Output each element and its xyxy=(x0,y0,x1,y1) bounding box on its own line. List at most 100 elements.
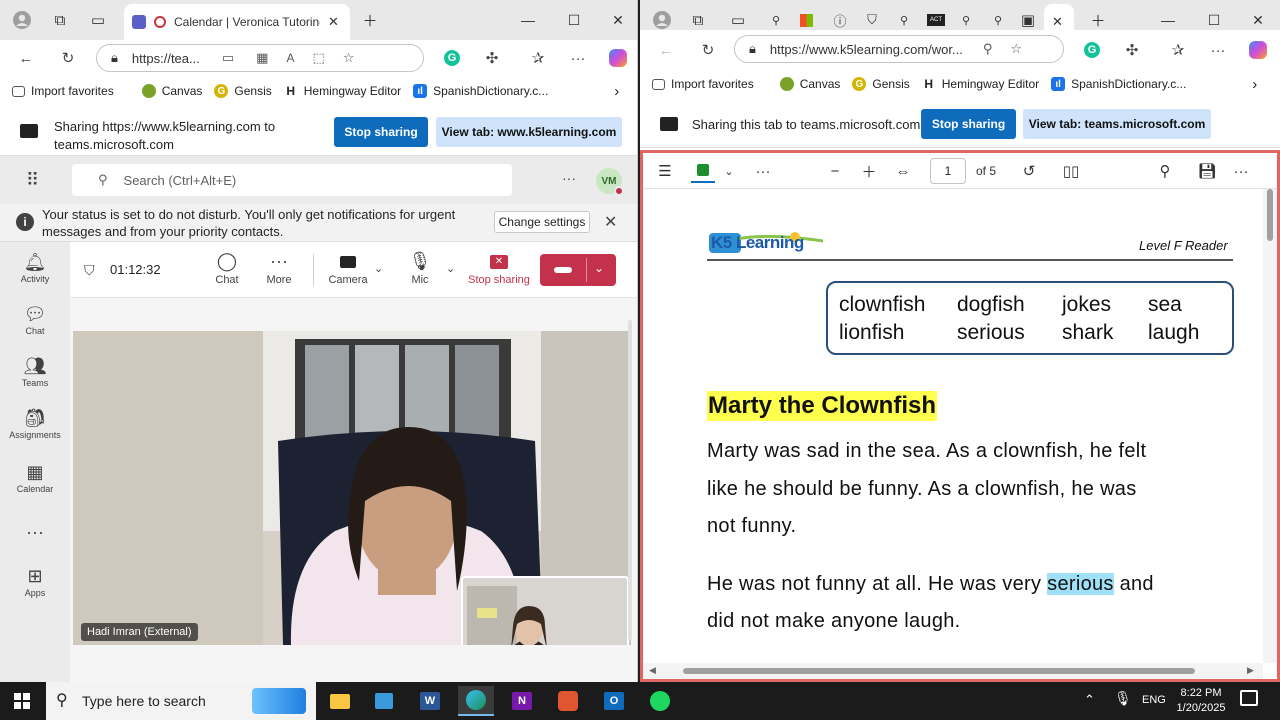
fav-hemingway[interactable]: H Hemingway Editor xyxy=(922,77,1039,91)
tab-shield-icon[interactable]: ⛉ xyxy=(860,8,884,32)
tab-microsoft-icon[interactable] xyxy=(794,8,818,32)
start-windows-icon[interactable] xyxy=(4,686,40,716)
maximize-icon[interactable]: ☐ xyxy=(554,6,594,34)
close-tab-icon[interactable]: ✕ xyxy=(1052,14,1063,30)
fav-canvas[interactable]: Canvas xyxy=(779,77,840,91)
copilot-icon[interactable] xyxy=(1246,38,1270,62)
fit-width-icon[interactable]: ⇔ xyxy=(891,159,915,183)
app-launcher-icon[interactable]: ⠿ xyxy=(26,170,40,191)
profile-icon[interactable] xyxy=(10,8,34,32)
rotate-icon[interactable]: ↺ xyxy=(1017,159,1041,183)
pdf-settings-more-icon[interactable]: ··· xyxy=(1229,159,1253,183)
copilot-icon[interactable] xyxy=(606,46,630,70)
view-tab-button[interactable]: View tab: www.k5learning.com xyxy=(436,117,622,147)
favorites-icon[interactable]: ✰ xyxy=(526,46,550,70)
change-settings-button[interactable]: Change settings xyxy=(494,211,590,233)
fav-gensis[interactable]: G Gensis xyxy=(852,77,910,91)
office-app-icon[interactable] xyxy=(550,686,586,716)
back-icon[interactable]: ← xyxy=(14,46,38,70)
fav-overflow-icon[interactable]: › xyxy=(614,83,619,100)
minimize-icon[interactable]: — xyxy=(508,6,548,34)
horizontal-scroll-thumb[interactable] xyxy=(683,668,1195,674)
teams-search-input[interactable]: ⚲ Search (Ctrl+Alt+E) xyxy=(72,164,512,196)
grammarly-icon[interactable]: G xyxy=(1080,38,1104,62)
tab-search-3-icon[interactable]: ⚲ xyxy=(954,8,978,32)
language-indicator[interactable]: ENG xyxy=(1142,694,1166,706)
tab-actions-icon[interactable]: ▭ xyxy=(86,8,110,32)
tab-search-4-icon[interactable]: ⚲ xyxy=(986,8,1010,32)
profile-icon[interactable] xyxy=(650,8,674,32)
address-bar[interactable]: 🔒︎ https://www.k5learning.com/wor... ⚲ ☆ xyxy=(734,35,1064,63)
taskbar-search-box[interactable]: ⚲ Type here to search xyxy=(46,682,316,720)
highlighted-word[interactable]: serious xyxy=(1047,573,1114,595)
page-view-icon[interactable]: ▯▯ xyxy=(1059,159,1083,183)
edge-icon[interactable] xyxy=(458,686,494,716)
stop-sharing-button[interactable]: Stop sharing xyxy=(921,109,1016,139)
horizontal-scrollbar[interactable]: ◀ ▶ xyxy=(643,663,1263,679)
back-icon[interactable]: ← xyxy=(654,38,678,62)
leave-options-chevron-icon[interactable]: ⌄ xyxy=(594,261,604,275)
rail-apps[interactable]: ⊞ Apps xyxy=(0,564,70,598)
vertical-scrollbar[interactable] xyxy=(1263,189,1277,663)
clock[interactable]: 8:22 PM 1/20/2025 xyxy=(1168,686,1234,716)
notifications-icon[interactable] xyxy=(1240,690,1258,706)
mic-options-chevron-icon[interactable]: ⌄ xyxy=(446,262,455,275)
tab-calendar[interactable]: Calendar | Veronica Tutoring ✕ xyxy=(124,4,350,40)
stop-sharing-call-button[interactable]: ✕ Stop sharing xyxy=(466,248,532,286)
workspaces-icon[interactable]: ⧉ xyxy=(686,8,710,32)
new-tab-icon[interactable]: ＋ xyxy=(1086,8,1110,32)
call-chat-button[interactable]: ◯ Chat xyxy=(212,248,242,286)
view-tab-button[interactable]: View tab: teams.microsoft.com xyxy=(1023,109,1211,139)
microsoft-store-icon[interactable] xyxy=(366,686,402,716)
close-notice-icon[interactable]: ✕ xyxy=(604,212,617,232)
rail-teams[interactable]: 👥︎ Teams xyxy=(0,354,70,388)
rail-chat[interactable]: 💬︎ Chat xyxy=(0,302,70,336)
refresh-icon[interactable]: ↻ xyxy=(696,38,720,62)
fav-spanishdict[interactable]: ıl SpanishDictionary.c... xyxy=(413,84,548,98)
scroll-right-icon[interactable]: ▶ xyxy=(1247,665,1254,676)
teams-more-icon[interactable]: ··· xyxy=(562,170,576,186)
zoom-icon[interactable]: ⚲ xyxy=(983,41,993,57)
call-more-button[interactable]: ··· More xyxy=(262,248,296,286)
avatar[interactable]: VM xyxy=(596,168,624,196)
fav-hemingway[interactable]: H Hemingway Editor xyxy=(284,84,401,98)
rail-more-icon[interactable]: ··· xyxy=(0,520,70,544)
fav-import[interactable]: Import favorites xyxy=(12,84,114,98)
scroll-left-icon[interactable]: ◀ xyxy=(649,665,656,676)
save-icon[interactable]: 💾︎ xyxy=(1195,159,1219,183)
rail-activity[interactable]: 🔔︎ Activity xyxy=(0,250,70,284)
fav-gensis[interactable]: G Gensis xyxy=(214,84,272,98)
tab-help-icon[interactable]: ⓘ xyxy=(828,8,852,32)
new-tab-icon[interactable]: ＋ xyxy=(358,8,382,32)
workspaces-icon[interactable]: ⧉ xyxy=(48,8,72,32)
zoom-in-icon[interactable]: ＋ xyxy=(857,159,881,183)
more-menu-icon[interactable]: ··· xyxy=(1206,38,1230,62)
zoom-out-icon[interactable]: − xyxy=(823,159,847,183)
refresh-icon[interactable]: ↻ xyxy=(56,46,80,70)
leave-call-button[interactable]: ⌄ xyxy=(540,254,616,286)
fav-canvas[interactable]: Canvas xyxy=(141,84,202,98)
grammarly-icon[interactable]: G xyxy=(440,46,464,70)
rail-calendar[interactable]: ▦ Calendar xyxy=(0,460,70,494)
page-number-input[interactable]: 1 xyxy=(930,158,966,184)
spotify-icon[interactable] xyxy=(642,686,678,716)
extensions-icon[interactable]: ✣ xyxy=(480,46,504,70)
video-icon[interactable]: ▭ xyxy=(222,50,234,66)
tab-images-icon[interactable]: ▣ xyxy=(1016,8,1040,32)
mic-button[interactable]: 🎙︎ Mic xyxy=(406,248,434,286)
camera-button[interactable]: Camera xyxy=(326,248,370,286)
tab-search-1-icon[interactable]: ⚲ xyxy=(764,8,788,32)
onenote-icon[interactable]: N xyxy=(504,686,540,716)
tray-mic-icon[interactable]: 🎙︎ xyxy=(1114,690,1132,707)
close-window-icon[interactable]: ✕ xyxy=(598,6,637,34)
extensions-icon[interactable]: ✣ xyxy=(1120,38,1144,62)
favorite-star-icon[interactable]: ☆ xyxy=(1010,41,1022,57)
apps-icon[interactable]: ▦ xyxy=(256,50,268,66)
contents-icon[interactable]: ☰ xyxy=(653,159,677,183)
fav-overflow-icon[interactable]: › xyxy=(1252,76,1257,93)
tab-act-icon[interactable]: ACT xyxy=(924,8,948,32)
file-explorer-icon[interactable] xyxy=(322,686,358,716)
share-icon[interactable]: ⬚ xyxy=(312,50,324,66)
tab-actions-icon[interactable]: ▭ xyxy=(726,8,750,32)
tab-search-2-icon[interactable]: ⚲ xyxy=(892,8,916,32)
